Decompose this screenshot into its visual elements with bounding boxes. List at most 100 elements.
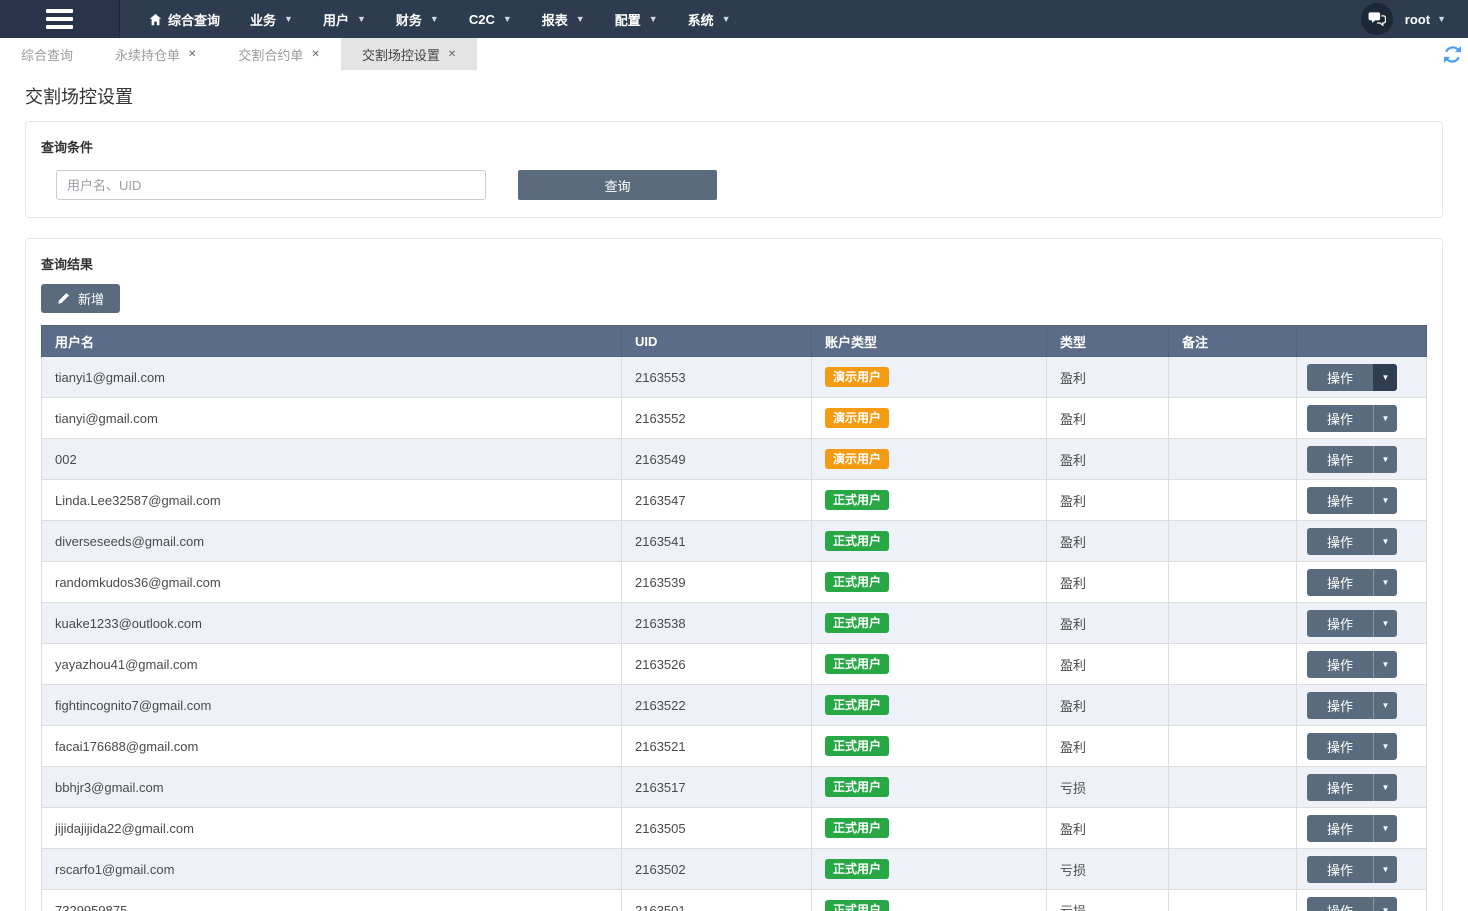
- action-split-button: 操作▼: [1307, 692, 1397, 719]
- nav-item-finance[interactable]: 财务 ▼: [381, 0, 454, 38]
- action-dropdown-toggle[interactable]: ▼: [1373, 405, 1397, 432]
- action-split-button: 操作▼: [1307, 364, 1397, 391]
- action-dropdown-toggle[interactable]: ▼: [1373, 487, 1397, 514]
- cell-account-type: 正式用户: [812, 521, 1047, 562]
- action-dropdown-toggle[interactable]: ▼: [1373, 569, 1397, 596]
- nav-item-system[interactable]: 系统 ▼: [673, 0, 746, 38]
- cell-username: diverseseeds@gmail.com: [42, 521, 622, 562]
- tab-delivery-control-settings[interactable]: 交割场控设置 ✕: [341, 38, 477, 70]
- action-dropdown-toggle[interactable]: ▼: [1373, 528, 1397, 555]
- cell-actions: 操作▼: [1297, 357, 1427, 398]
- chat-icon: [1368, 11, 1386, 27]
- tab-delivery-contracts[interactable]: 交割合约单 ✕: [217, 38, 340, 70]
- action-button[interactable]: 操作: [1307, 446, 1373, 473]
- cell-actions: 操作 ▼: [1297, 808, 1427, 849]
- cell-uid: 2163538: [622, 603, 812, 644]
- account-type-badge: 演示用户: [825, 449, 889, 469]
- results-panel: 查询结果 新增 用户名 UID 账户类型 类型 备注: [25, 238, 1443, 911]
- cell-actions: 操作▼: [1297, 644, 1427, 685]
- action-button[interactable]: 操作: [1307, 528, 1373, 555]
- cell-account-type: 正式用户: [812, 890, 1047, 911]
- action-dropdown-toggle[interactable]: ▼: [1373, 774, 1397, 801]
- action-dropdown-toggle[interactable]: ▼: [1373, 897, 1397, 911]
- cell-type: 亏损: [1047, 890, 1169, 911]
- search-button[interactable]: 查询: [518, 170, 717, 200]
- chevron-down-icon: ▼: [1382, 496, 1390, 505]
- chevron-down-icon: ▼: [1382, 824, 1390, 833]
- cell-type: 盈利: [1047, 726, 1169, 767]
- nav-item-config[interactable]: 配置 ▼: [600, 0, 673, 38]
- add-button[interactable]: 新增: [41, 284, 120, 313]
- search-input[interactable]: [56, 170, 486, 200]
- sidebar-toggle-button[interactable]: [0, 0, 120, 38]
- action-split-button: 操作 ▼: [1307, 815, 1397, 842]
- table-row: 73299598752163501正式用户亏损操作▼: [42, 890, 1427, 911]
- nav-item-reports[interactable]: 报表 ▼: [527, 0, 600, 38]
- action-button[interactable]: 操作: [1307, 364, 1373, 391]
- action-button[interactable]: 操作: [1307, 610, 1373, 637]
- cell-remark: [1169, 644, 1297, 685]
- action-button[interactable]: 操作: [1307, 405, 1373, 432]
- top-navbar: 综合查询 业务 ▼ 用户 ▼ 财务 ▼ C2C ▼ 报表 ▼ 配置 ▼ 系统 ▼: [0, 0, 1468, 38]
- cell-username: 002: [42, 439, 622, 480]
- chevron-down-icon: ▼: [649, 14, 658, 24]
- close-icon[interactable]: ✕: [311, 49, 319, 60]
- action-button[interactable]: 操作: [1307, 856, 1373, 883]
- action-button[interactable]: 操作: [1307, 692, 1373, 719]
- action-button[interactable]: 操作: [1307, 815, 1373, 842]
- cell-type: 盈利: [1047, 357, 1169, 398]
- cell-actions: 操作▼: [1297, 398, 1427, 439]
- action-dropdown-toggle[interactable]: ▼: [1373, 610, 1397, 637]
- action-split-button: 操作▼: [1307, 446, 1397, 473]
- table-row: fightincognito7@gmail.com2163522正式用户盈利操作…: [42, 685, 1427, 726]
- tab-perpetual-positions[interactable]: 永续持仓单 ✕: [94, 38, 217, 70]
- user-menu[interactable]: root ▼: [1405, 12, 1446, 27]
- action-split-button: 操作▼: [1307, 405, 1397, 432]
- cell-account-type: 正式用户: [812, 562, 1047, 603]
- action-dropdown-toggle[interactable]: ▼: [1373, 651, 1397, 678]
- cell-account-type: 演示用户: [812, 439, 1047, 480]
- cell-type: 盈利: [1047, 439, 1169, 480]
- action-button[interactable]: 操作: [1307, 733, 1373, 760]
- nav-item-business[interactable]: 业务 ▼: [235, 0, 308, 38]
- chat-button[interactable]: [1361, 3, 1393, 35]
- nav-item-c2c[interactable]: C2C ▼: [454, 0, 527, 38]
- chevron-down-icon: ▼: [1382, 906, 1390, 911]
- table-row: tianyi@gmail.com2163552演示用户盈利操作▼: [42, 398, 1427, 439]
- action-button[interactable]: 操作: [1307, 897, 1373, 911]
- cell-username: yayazhou41@gmail.com: [42, 644, 622, 685]
- cell-type: 盈利: [1047, 562, 1169, 603]
- account-type-badge: 正式用户: [825, 859, 889, 879]
- nav-item-users[interactable]: 用户 ▼: [308, 0, 381, 38]
- action-button[interactable]: 操作: [1307, 569, 1373, 596]
- cell-account-type: 正式用户: [812, 644, 1047, 685]
- column-header-actions: [1297, 326, 1427, 357]
- cell-actions: 操作▼: [1297, 603, 1427, 644]
- action-button[interactable]: 操作: [1307, 774, 1373, 801]
- results-table-body: tianyi1@gmail.com2163553演示用户盈利操作▼tianyi@…: [42, 357, 1427, 911]
- cell-uid: 2163517: [622, 767, 812, 808]
- table-row: rscarfo1@gmail.com2163502正式用户亏损操作▼: [42, 849, 1427, 890]
- tab-overview[interactable]: 综合查询: [0, 38, 94, 70]
- refresh-button[interactable]: [1444, 46, 1461, 63]
- cell-account-type: 正式用户: [812, 480, 1047, 521]
- column-header-remark: 备注: [1169, 326, 1297, 357]
- action-split-button: 操作▼: [1307, 569, 1397, 596]
- action-dropdown-toggle[interactable]: ▼: [1373, 364, 1397, 391]
- action-dropdown-toggle[interactable]: ▼: [1373, 692, 1397, 719]
- close-icon[interactable]: ✕: [448, 49, 456, 60]
- cell-type: 盈利: [1047, 685, 1169, 726]
- account-type-badge: 正式用户: [825, 900, 889, 911]
- action-dropdown-toggle[interactable]: ▼: [1373, 733, 1397, 760]
- action-dropdown-toggle[interactable]: ▼: [1373, 815, 1397, 842]
- action-dropdown-toggle[interactable]: ▼: [1373, 856, 1397, 883]
- cell-remark: [1169, 849, 1297, 890]
- action-button[interactable]: 操作: [1307, 651, 1373, 678]
- nav-item-overview[interactable]: 综合查询: [134, 0, 235, 38]
- action-button[interactable]: 操作: [1307, 487, 1373, 514]
- action-dropdown-toggle[interactable]: ▼: [1373, 446, 1397, 473]
- cell-uid: 2163522: [622, 685, 812, 726]
- navbar-right: root ▼: [1361, 0, 1468, 38]
- close-icon[interactable]: ✕: [188, 49, 196, 60]
- account-type-badge: 正式用户: [825, 818, 889, 838]
